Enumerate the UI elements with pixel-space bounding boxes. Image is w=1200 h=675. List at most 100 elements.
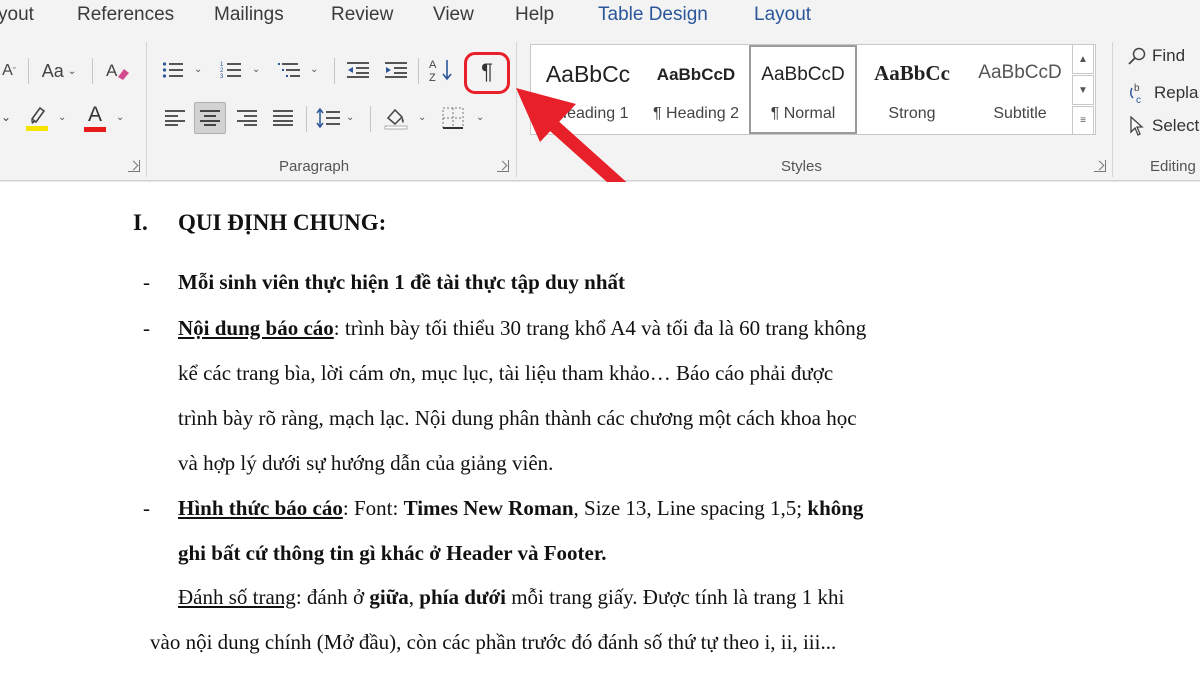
- style-normal[interactable]: AaBbCcD ¶ Normal: [749, 45, 857, 134]
- numbering-icon[interactable]: 123: [218, 56, 244, 84]
- cursor-arrow-icon: [1130, 116, 1144, 136]
- replace-button[interactable]: bc Repla: [1128, 82, 1198, 104]
- inline-text: , Size 13, Line spacing 1,5;: [573, 496, 808, 520]
- bullets-icon[interactable]: [160, 56, 186, 84]
- bullet-marker: -: [143, 496, 150, 520]
- style-heading-1[interactable]: AaBbCc Heading 1: [533, 45, 643, 134]
- clear-formatting-icon[interactable]: A: [104, 56, 132, 84]
- inline-text: phía dưới: [419, 585, 506, 609]
- styles-gallery: AaBbCc Heading 1 AaBbCcD ¶ Heading 2 AaB…: [530, 44, 1096, 135]
- styles-dialog-launcher-icon[interactable]: [1094, 160, 1106, 172]
- inline-text: mỗi trang giấy. Được tính là trang 1 khi: [505, 585, 845, 609]
- tab-layout-page[interactable]: yout: [0, 4, 34, 26]
- style-preview: AaBbCcD: [656, 65, 736, 84]
- ribbon: yout References Mailings Review View Hel…: [0, 0, 1200, 181]
- svg-text:A: A: [429, 59, 437, 71]
- find-button[interactable]: Find: [1128, 46, 1185, 66]
- align-left-icon[interactable]: [162, 104, 188, 132]
- section-heading: QUI ĐỊNH CHUNG:: [178, 210, 387, 235]
- annotation-highlight-circle: [464, 52, 510, 94]
- svg-text:Z: Z: [429, 72, 436, 84]
- paragraph-group-label: Paragraph: [279, 158, 350, 175]
- separator: [92, 58, 93, 84]
- dropdown-caret-icon[interactable]: ⌄: [346, 112, 354, 123]
- tab-mailings[interactable]: Mailings: [214, 4, 284, 26]
- inline-text: giữa: [369, 585, 409, 609]
- style-name: Strong: [888, 105, 936, 122]
- shading-icon[interactable]: [380, 102, 412, 134]
- dropdown-caret-icon[interactable]: ⌄: [58, 112, 66, 123]
- shrink-font-button[interactable]: Aˇ: [0, 58, 18, 84]
- style-preview: AaBbCcD: [978, 62, 1062, 83]
- paragraph-line: ghi bất cứ thông tin gì khác ở Header và…: [178, 541, 607, 565]
- search-icon: [1128, 47, 1146, 65]
- dropdown-caret-icon[interactable]: ⌄: [194, 64, 202, 75]
- paragraph-line: Nội dung báo cáo: trình bày tối thiểu 30…: [178, 316, 866, 341]
- dropdown-caret-icon[interactable]: ⌄: [418, 112, 426, 123]
- select-button[interactable]: Select: [1128, 116, 1199, 136]
- paragraph-dialog-launcher-icon[interactable]: [497, 160, 509, 172]
- replace-icon: bc: [1130, 83, 1141, 104]
- dropdown-caret-icon[interactable]: ⌄: [116, 112, 124, 123]
- heading-number: I.: [133, 210, 148, 235]
- align-right-icon[interactable]: [234, 104, 260, 132]
- gallery-more-icon[interactable]: ≡: [1072, 106, 1094, 135]
- tab-review[interactable]: Review: [331, 4, 393, 26]
- gallery-scroll-up-icon[interactable]: ▲: [1072, 44, 1094, 74]
- paragraph-line: Đánh số trang: đánh ở giữa, phía dưới mỗ…: [178, 585, 844, 610]
- replace-label: Repla: [1154, 83, 1199, 102]
- group-separator: [516, 42, 517, 177]
- multilevel-list-icon[interactable]: [276, 56, 304, 84]
- font-color-swatch: [84, 126, 106, 132]
- bullet-marker: -: [143, 270, 150, 294]
- highlight-color-button[interactable]: [22, 102, 52, 134]
- style-strong[interactable]: AaBbCc Strong: [857, 45, 967, 134]
- style-preview: AaBbCc: [874, 61, 950, 85]
- style-subtitle[interactable]: AaBbCcD Subtitle: [965, 45, 1075, 134]
- paragraph-line: và hợp lý dưới sự hướng dẫn của giảng vi…: [178, 451, 554, 475]
- change-case-button[interactable]: Aa ⌄: [36, 58, 82, 84]
- paragraph-line: Mỗi sinh viên thực hiện 1 đề tài thực tậ…: [178, 270, 626, 294]
- paragraph-line: Hình thức báo cáo: Font: Times New Roman…: [178, 496, 863, 521]
- tab-table-design[interactable]: Table Design: [598, 4, 708, 26]
- editing-group-label: Editing: [1150, 158, 1196, 175]
- bullet-marker: -: [143, 316, 150, 340]
- justify-icon[interactable]: [270, 104, 296, 132]
- document-page[interactable]: I. QUI ĐỊNH CHUNG: - Mỗi sinh viên thực …: [0, 182, 1200, 675]
- tab-view[interactable]: View: [433, 4, 474, 26]
- decrease-indent-icon[interactable]: [344, 56, 372, 84]
- sort-icon: AZ: [429, 59, 452, 84]
- separator: [370, 106, 371, 132]
- ribbon-tabs: yout References Mailings Review View Hel…: [0, 0, 1200, 32]
- dropdown-caret-icon[interactable]: ⌄: [0, 104, 12, 130]
- font-color-button[interactable]: A: [82, 102, 108, 134]
- tab-table-layout[interactable]: Layout: [754, 4, 811, 26]
- inline-text: : đánh ở: [295, 585, 370, 609]
- separator: [334, 58, 335, 84]
- inline-label: Nội dung báo cáo: [178, 316, 334, 340]
- inline-text: ,: [408, 585, 420, 609]
- align-center-icon[interactable]: [194, 102, 226, 134]
- svg-text:b: b: [1134, 83, 1140, 94]
- tab-references[interactable]: References: [77, 4, 174, 26]
- line-spacing-icon[interactable]: [314, 104, 342, 132]
- dropdown-caret-icon[interactable]: ⌄: [310, 64, 318, 75]
- gallery-scroll-down-icon[interactable]: ▼: [1072, 75, 1094, 105]
- find-label: Find: [1152, 46, 1186, 65]
- sort-button[interactable]: AZ: [426, 54, 456, 86]
- paragraph-line: vào nội dung chính (Mở đầu), còn các phầ…: [150, 630, 837, 654]
- paragraph-line: trình bày rõ ràng, mạch lạc. Nội dung ph…: [178, 406, 857, 430]
- inline-text: : Font:: [342, 496, 404, 520]
- style-heading-2[interactable]: AaBbCcD ¶ Heading 2: [641, 45, 751, 134]
- font-dialog-launcher-icon[interactable]: [128, 160, 140, 172]
- separator: [418, 58, 419, 84]
- svg-text:3: 3: [220, 74, 224, 79]
- borders-icon[interactable]: [438, 104, 468, 132]
- dropdown-caret-icon[interactable]: ⌄: [476, 112, 484, 123]
- separator: [306, 106, 307, 132]
- dropdown-caret-icon[interactable]: ⌄: [252, 64, 260, 75]
- change-case-label: Aa: [41, 60, 64, 81]
- increase-indent-icon[interactable]: [382, 56, 410, 84]
- tab-help[interactable]: Help: [515, 4, 554, 26]
- inline-label: Đánh số trang: [178, 585, 296, 609]
